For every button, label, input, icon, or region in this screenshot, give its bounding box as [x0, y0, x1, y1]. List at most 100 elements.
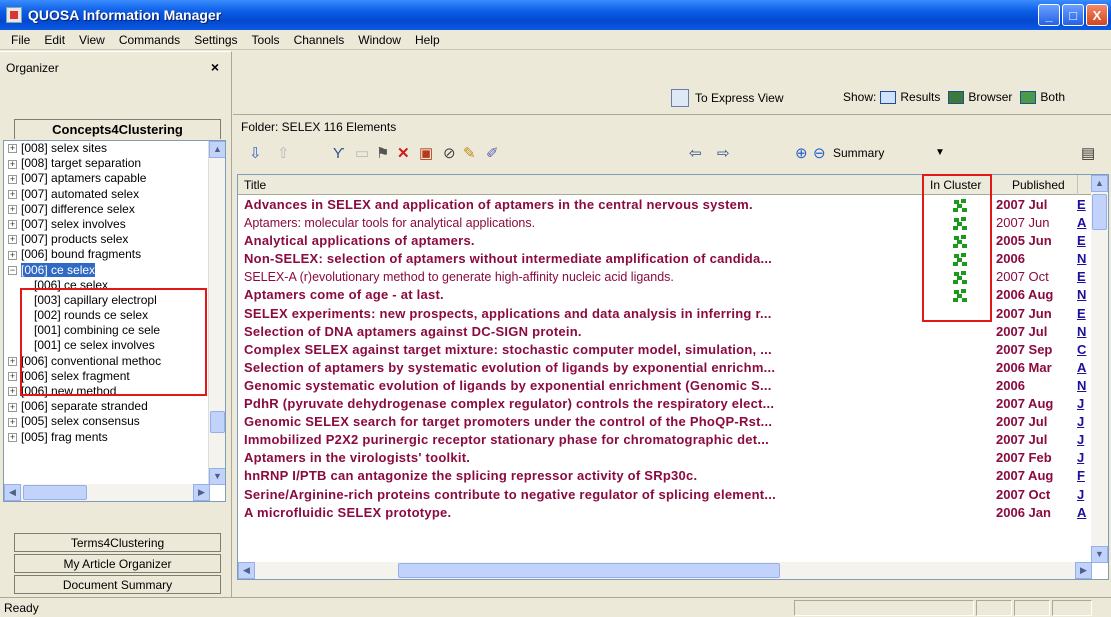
arrow-down-icon[interactable]: ⇩	[249, 145, 262, 163]
tab-concepts4clustering[interactable]: Concepts4Clustering	[14, 119, 221, 139]
journal-link[interactable]: E	[1077, 196, 1091, 214]
article-title[interactable]: Advances in SELEX and application of apt…	[244, 196, 924, 214]
tree-item[interactable]: + [008] target separation	[4, 156, 225, 171]
tree-child-item[interactable]: [001] ce selex involves	[4, 338, 225, 353]
journal-link[interactable]: F	[1077, 467, 1091, 485]
expand-icon[interactable]: +	[8, 159, 17, 169]
scroll-thumb[interactable]	[398, 563, 780, 578]
scroll-down-icon[interactable]: ▼	[1091, 546, 1108, 563]
column-header-published[interactable]: Published	[992, 175, 1078, 195]
tree-item[interactable]: + [008] selex sites	[4, 141, 225, 156]
save-icon[interactable]: ▭	[355, 145, 369, 163]
scroll-right-icon[interactable]: ▶	[1075, 562, 1092, 579]
article-title[interactable]: Aptamers in the virologists' toolkit.	[244, 449, 924, 467]
article-title[interactable]: Serine/Arginine-rich proteins contribute…	[244, 486, 924, 504]
note-icon[interactable]: ✎	[463, 145, 476, 163]
tab-document-summary[interactable]: Document Summary	[14, 575, 221, 594]
browser-option[interactable]: Browser	[968, 90, 1012, 104]
journal-link[interactable]: E	[1077, 232, 1091, 250]
article-title[interactable]: Complex SELEX against target mixture: st…	[244, 341, 924, 359]
journal-link[interactable]: C	[1077, 341, 1091, 359]
tree-item[interactable]: + [006] conventional methoc	[4, 354, 225, 369]
scroll-right-icon[interactable]: ▶	[193, 484, 210, 501]
journal-link[interactable]: N	[1077, 377, 1091, 395]
tree-item[interactable]: − [006] ce selex	[4, 262, 225, 278]
article-title[interactable]: A microfluidic SELEX prototype.	[244, 504, 924, 522]
article-title[interactable]: Aptamers come of age - at last.	[244, 286, 924, 304]
tree-item[interactable]: + [007] difference selex	[4, 202, 225, 217]
table-row[interactable]: PdhR (pyruvate dehydrogenase complex reg…	[238, 395, 1092, 413]
forward-arrow-icon[interactable]: ⇨	[717, 145, 730, 163]
tree-horizontal-scrollbar[interactable]: ◀ ▶	[4, 484, 210, 501]
menu-tools[interactable]: Tools	[245, 33, 287, 47]
both-view-icon[interactable]	[1020, 90, 1037, 104]
organizer-close-icon[interactable]: ×	[211, 59, 219, 75]
article-title[interactable]: Aptamers: molecular tools for analytical…	[244, 214, 924, 232]
table-row[interactable]: Analytical applications of aptamers. 2005…	[238, 232, 1092, 250]
column-header-in-cluster[interactable]: In Cluster	[924, 175, 992, 195]
expand-icon[interactable]: +	[8, 417, 17, 427]
journal-link[interactable]: J	[1077, 413, 1091, 431]
flag-icon[interactable]: ⚑	[376, 145, 389, 163]
scroll-thumb[interactable]	[1092, 194, 1107, 230]
maximize-button[interactable]: □	[1062, 4, 1084, 26]
article-title[interactable]: Selection of aptamers by systematic evol…	[244, 359, 924, 377]
expand-icon[interactable]: +	[8, 205, 17, 215]
tree-item[interactable]: + [007] automated selex	[4, 187, 225, 202]
filter-icon[interactable]: Ƴ	[333, 145, 345, 163]
journal-link[interactable]: J	[1077, 449, 1091, 467]
expand-icon[interactable]: +	[8, 189, 17, 199]
table-row[interactable]: Advances in SELEX and application of apt…	[238, 196, 1092, 214]
journal-link[interactable]: N	[1077, 250, 1091, 268]
journal-link[interactable]: J	[1077, 395, 1091, 413]
tab-my-article-organizer[interactable]: My Article Organizer	[14, 554, 221, 573]
journal-link[interactable]: J	[1077, 431, 1091, 449]
table-row[interactable]: hnRNP I/PTB can antagonize the splicing …	[238, 467, 1092, 485]
table-row[interactable]: Aptamers in the virologists' toolkit. 200…	[238, 449, 1092, 467]
delete-icon[interactable]: ✕	[397, 145, 410, 163]
zoom-out-icon[interactable]: ⊖	[813, 145, 826, 163]
menu-settings[interactable]: Settings	[187, 33, 244, 47]
menu-view[interactable]: View	[72, 33, 112, 47]
tree-item[interactable]: + [005] frag ments	[4, 430, 225, 445]
article-title[interactable]: hnRNP I/PTB can antagonize the splicing …	[244, 467, 924, 485]
tree-child-item[interactable]: [003] capillary electropl	[4, 293, 225, 308]
tree-child-item[interactable]: [006] ce selex	[4, 278, 225, 293]
summary-label[interactable]: Summary	[833, 146, 884, 160]
expand-icon[interactable]: +	[8, 235, 17, 245]
expand-icon[interactable]: +	[8, 250, 17, 260]
table-row[interactable]: Genomic systematic evolution of ligands …	[238, 377, 1092, 395]
pen-icon[interactable]: ✐	[486, 145, 499, 163]
journal-link[interactable]: E	[1077, 305, 1091, 323]
scroll-thumb[interactable]	[210, 411, 225, 433]
expand-icon[interactable]: +	[8, 402, 17, 412]
expand-icon[interactable]: +	[8, 220, 17, 230]
scroll-up-icon[interactable]: ▲	[209, 141, 225, 158]
table-row[interactable]: Serine/Arginine-rich proteins contribute…	[238, 486, 1092, 504]
article-title[interactable]: PdhR (pyruvate dehydrogenase complex reg…	[244, 395, 924, 413]
expand-icon[interactable]: +	[8, 432, 17, 442]
menu-window[interactable]: Window	[351, 33, 408, 47]
article-title[interactable]: Non-SELEX: selection of aptamers without…	[244, 250, 924, 268]
journal-link[interactable]: J	[1077, 486, 1091, 504]
journal-link[interactable]: A	[1077, 359, 1091, 377]
tree-item[interactable]: + [007] selex involves	[4, 217, 225, 232]
expand-icon[interactable]: +	[8, 372, 17, 382]
menu-commands[interactable]: Commands	[112, 33, 187, 47]
expand-icon[interactable]: +	[8, 387, 17, 397]
table-row[interactable]: Selection of DNA aptamers against DC-SIG…	[238, 323, 1092, 341]
journal-link[interactable]: N	[1077, 286, 1091, 304]
arrow-up-icon[interactable]: ⇧	[277, 145, 290, 163]
tree-item[interactable]: + [006] bound fragments	[4, 247, 225, 262]
table-row[interactable]: Aptamers come of age - at last. 2006 Aug N	[238, 286, 1092, 304]
journal-link[interactable]: A	[1077, 504, 1091, 522]
browser-view-icon[interactable]	[948, 90, 965, 104]
article-title[interactable]: Analytical applications of aptamers.	[244, 232, 924, 250]
results-view-icon[interactable]	[880, 90, 897, 104]
expand-icon[interactable]: +	[8, 356, 17, 366]
grid-vertical-scrollbar[interactable]: ▲ ▼	[1091, 175, 1108, 563]
scroll-up-icon[interactable]: ▲	[1091, 175, 1108, 192]
tree-item[interactable]: + [007] products selex	[4, 232, 225, 247]
zoom-in-icon[interactable]: ⊕	[795, 145, 808, 163]
chevron-down-icon[interactable]: ▼	[935, 147, 945, 158]
